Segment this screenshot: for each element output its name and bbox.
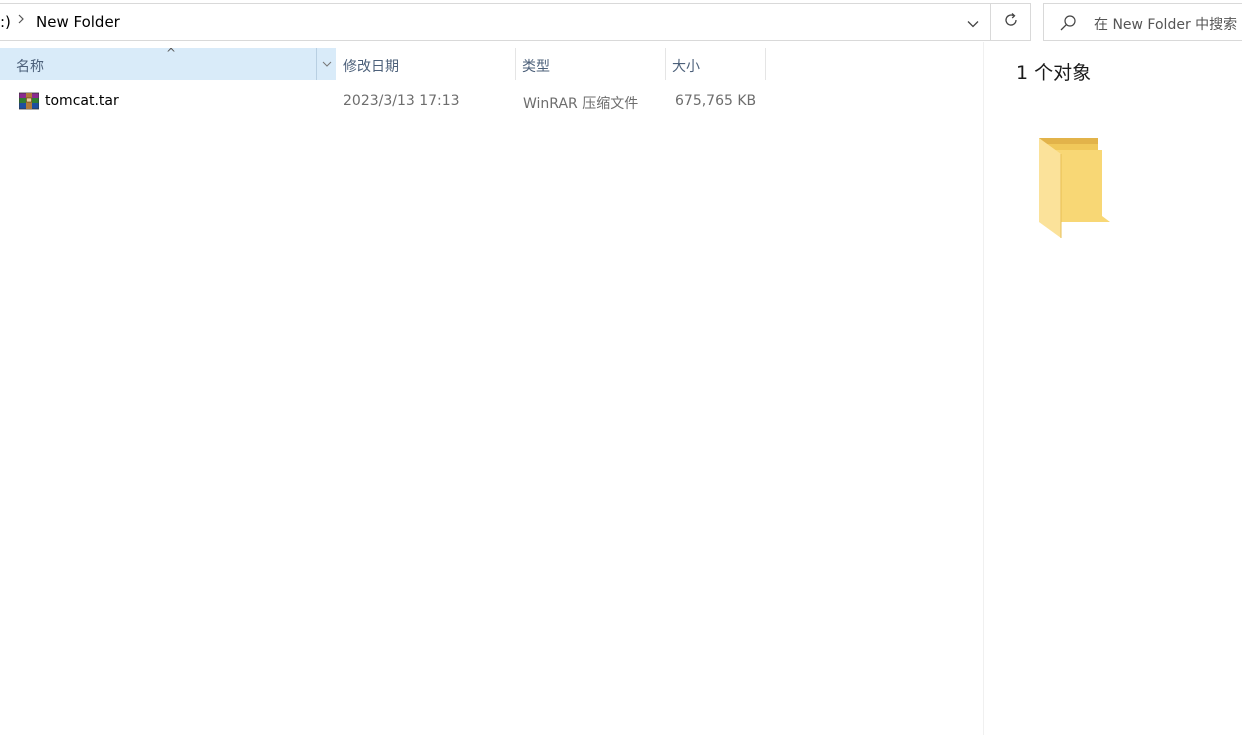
file-size: 675,765 KB (675, 93, 757, 109)
column-filter-dropdown-button[interactable] (316, 48, 336, 80)
column-header-type[interactable]: 类型 (516, 48, 666, 80)
navigation-bar: :) New Folder 在 New Folder 中搜索 (0, 0, 1242, 42)
column-header-row: 名称 ^ 修改日期 类型 大小 (0, 46, 984, 80)
file-type: WinRAR 压缩文件 (523, 96, 639, 112)
file-date-modified: 2023/3/13 17:13 (343, 93, 460, 109)
folder-icon (1034, 134, 1114, 240)
refresh-button[interactable] (991, 3, 1031, 41)
refresh-icon (1003, 12, 1019, 32)
file-list-item[interactable]: tomcat.tar 2023/3/13 17:13 WinRAR 压缩文件 6… (0, 88, 984, 116)
breadcrumb-current-folder[interactable]: New Folder (36, 13, 120, 31)
breadcrumb-chevron-icon[interactable] (17, 13, 25, 28)
column-header-name-label: 名称 (16, 59, 44, 75)
breadcrumb-drive-fragment[interactable]: :) (0, 13, 11, 31)
search-input[interactable]: 在 New Folder 中搜索 (1043, 3, 1242, 41)
column-header-size[interactable]: 大小 (666, 48, 766, 80)
sort-ascending-icon: ^ (166, 46, 177, 60)
search-placeholder: 在 New Folder 中搜索 (1094, 17, 1238, 33)
item-count-label: 1 个对象 (1016, 62, 1092, 84)
details-pane: 1 个对象 (983, 42, 1242, 735)
column-header-date-modified[interactable]: 修改日期 (336, 48, 516, 80)
address-history-dropdown-button[interactable] (955, 4, 990, 40)
winrar-archive-icon (18, 92, 40, 110)
file-name: tomcat.tar (45, 93, 119, 109)
column-header-name[interactable]: 名称 ^ (0, 46, 336, 80)
search-icon (1058, 13, 1078, 33)
address-bar[interactable]: :) New Folder (0, 3, 991, 41)
chevron-down-icon (967, 13, 979, 32)
